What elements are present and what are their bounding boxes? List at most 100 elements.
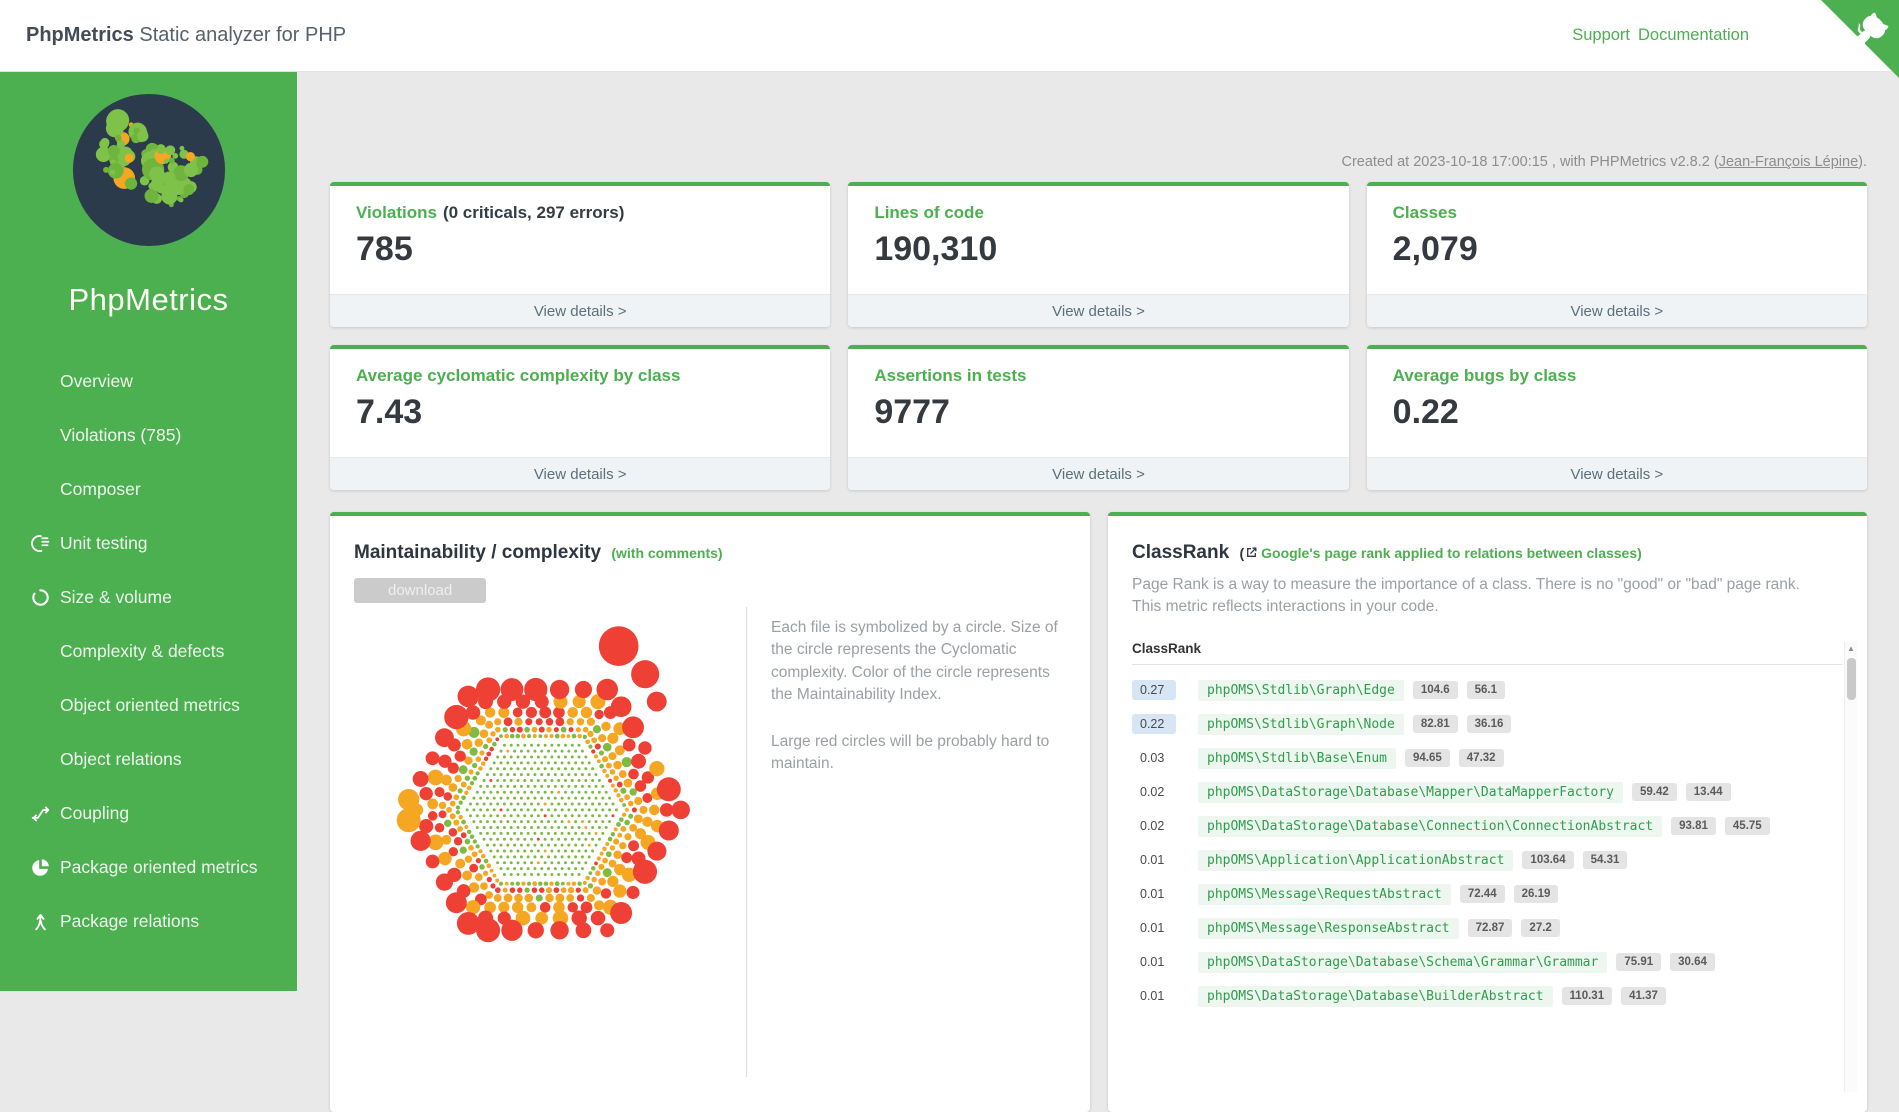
classrank-metric-2: 56.1 bbox=[1467, 681, 1505, 699]
stat-card-title: Lines of code bbox=[874, 203, 984, 222]
scrollbar-thumb[interactable] bbox=[1847, 658, 1856, 700]
app-header: PhpMetrics Static analyzer for PHP Suppo… bbox=[0, 0, 1899, 72]
classrank-description: Page Rank is a way to measure the import… bbox=[1132, 574, 1812, 619]
classrank-rank: 0.01 bbox=[1132, 918, 1176, 938]
view-details-link[interactable]: View details > bbox=[330, 294, 830, 327]
classrank-row: 0.01 phpOMS\DataStorage\Database\Builder… bbox=[1132, 986, 1843, 1007]
stat-card-value: 2,079 bbox=[1393, 230, 1841, 269]
view-details-link[interactable]: View details > bbox=[848, 457, 1348, 490]
sidebar-item-label: Unit testing bbox=[60, 533, 148, 554]
view-details-link[interactable]: View details > bbox=[848, 294, 1348, 327]
maintainability-description: Each file is symbolized by a circle. Siz… bbox=[746, 607, 1066, 1077]
classrank-class-link[interactable]: phpOMS\Application\ApplicationAbstract bbox=[1198, 850, 1513, 871]
pie-chart-icon bbox=[30, 856, 52, 878]
maintainability-body: Each file is symbolized by a circle. Siz… bbox=[354, 607, 1066, 1077]
sidebar-item[interactable]: Overview bbox=[0, 354, 297, 408]
maintainability-card: Maintainability / complexity (with comme… bbox=[330, 512, 1090, 1112]
github-corner-ribbon-icon[interactable] bbox=[1821, 0, 1899, 78]
support-link[interactable]: Support bbox=[1572, 26, 1630, 45]
author-link[interactable]: Jean-François Lépine bbox=[1719, 154, 1858, 170]
sidebar-item[interactable]: Complexity & defects bbox=[0, 624, 297, 678]
stat-card-value: 7.43 bbox=[356, 393, 804, 432]
sidebar-item-label: Composer bbox=[60, 479, 141, 500]
view-details-link[interactable]: View details > bbox=[1367, 457, 1867, 490]
classrank-row: 0.01 phpOMS\Application\ApplicationAbstr… bbox=[1132, 850, 1843, 871]
stat-card-value: 785 bbox=[356, 230, 804, 269]
classrank-rank: 0.02 bbox=[1132, 816, 1176, 836]
sidebar-item[interactable]: Object oriented metrics bbox=[0, 678, 297, 732]
classrank-metric-1: 72.44 bbox=[1460, 885, 1505, 903]
bubble-chart-wrap bbox=[354, 607, 746, 1077]
sidebar-menu: Overview Violations (785) Composer Unit … bbox=[0, 354, 297, 948]
pagerank-doc-link[interactable]: Google's page rank applied to relations … bbox=[1261, 545, 1642, 561]
stat-card-title: Average cyclomatic complexity by class bbox=[356, 366, 680, 385]
sidebar-item-icon bbox=[30, 424, 52, 446]
stat-cards-grid: Violations(0 criticals, 297 errors) 785 … bbox=[330, 182, 1867, 490]
view-details-link[interactable]: View details > bbox=[1367, 294, 1867, 327]
sidebar-item-label: Overview bbox=[60, 371, 133, 392]
classrank-row: 0.01 phpOMS\Message\RequestAbstract 72.4… bbox=[1132, 884, 1843, 905]
stat-card-title: Violations bbox=[356, 203, 437, 222]
classrank-class-link[interactable]: phpOMS\Stdlib\Base\Enum bbox=[1198, 748, 1396, 769]
classrank-class-link[interactable]: phpOMS\DataStorage\Database\Mapper\DataM… bbox=[1198, 782, 1623, 803]
sidebar-item-icon bbox=[30, 748, 52, 770]
stat-card: Average cyclomatic complexity by class 7… bbox=[330, 345, 830, 490]
maintainability-bubble-chart bbox=[372, 613, 728, 977]
classrank-metric-1: 75.91 bbox=[1616, 953, 1661, 971]
classrank-paren: ( bbox=[1239, 545, 1244, 561]
sidebar-item[interactable]: Package oriented metrics bbox=[0, 840, 297, 894]
classrank-metric-2: 13.44 bbox=[1686, 783, 1731, 801]
classrank-class-link[interactable]: phpOMS\Stdlib\Graph\Edge bbox=[1198, 680, 1404, 701]
view-details-link[interactable]: View details > bbox=[330, 457, 830, 490]
classrank-rank: 0.01 bbox=[1132, 952, 1176, 972]
classrank-rank: 0.01 bbox=[1132, 986, 1176, 1006]
split-arrow-icon bbox=[30, 910, 52, 932]
stat-card-value: 9777 bbox=[874, 393, 1322, 432]
documentation-link[interactable]: Documentation bbox=[1638, 26, 1749, 45]
stat-card: Lines of code 190,310 View details > bbox=[848, 182, 1348, 327]
sidebar-item-label: Package relations bbox=[60, 911, 199, 932]
classrank-row: 0.03 phpOMS\Stdlib\Base\Enum 94.65 47.32 bbox=[1132, 748, 1843, 769]
sidebar-item[interactable]: Object relations bbox=[0, 732, 297, 786]
classrank-rank: 0.27 bbox=[1132, 680, 1176, 700]
maintainability-desc-1: Each file is symbolized by a circle. Siz… bbox=[771, 617, 1066, 707]
classrank-metric-2: 27.2 bbox=[1521, 919, 1559, 937]
classrank-metric-1: 104.6 bbox=[1413, 681, 1458, 699]
classrank-row: 0.02 phpOMS\DataStorage\Database\Mapper\… bbox=[1132, 782, 1843, 803]
classrank-metric-2: 54.31 bbox=[1583, 851, 1628, 869]
top-nav: Support Documentation bbox=[1572, 26, 1749, 45]
sidebar-item-icon bbox=[30, 640, 52, 662]
sidebar-item[interactable]: Violations (785) bbox=[0, 408, 297, 462]
classrank-class-link[interactable]: phpOMS\Stdlib\Graph\Node bbox=[1198, 714, 1404, 735]
stat-card-subtitle: (0 criticals, 297 errors) bbox=[443, 203, 624, 222]
stat-card: Assertions in tests 9777 View details > bbox=[848, 345, 1348, 490]
classrank-metric-2: 47.32 bbox=[1459, 749, 1504, 767]
main-content: Created at 2023-10-18 17:00:15 , with PH… bbox=[297, 72, 1899, 1112]
classrank-metric-1: 59.42 bbox=[1632, 783, 1677, 801]
sidebar-item[interactable]: Coupling bbox=[0, 786, 297, 840]
classrank-class-link[interactable]: phpOMS\Message\RequestAbstract bbox=[1198, 884, 1451, 905]
classrank-class-link[interactable]: phpOMS\DataStorage\Database\BuilderAbstr… bbox=[1198, 986, 1553, 1007]
classrank-rank: 0.01 bbox=[1132, 884, 1176, 904]
classrank-table: ClassRank 0.27 phpOMS\Stdlib\Graph\Edge … bbox=[1132, 641, 1843, 1007]
scrollbar-up-arrow[interactable]: ▲ bbox=[1845, 642, 1857, 656]
classrank-metric-1: 94.65 bbox=[1405, 749, 1450, 767]
stat-card: Classes 2,079 View details > bbox=[1367, 182, 1867, 327]
sidebar-item[interactable]: Package relations bbox=[0, 894, 297, 948]
sidebar-item[interactable]: Composer bbox=[0, 462, 297, 516]
classrank-class-link[interactable]: phpOMS\DataStorage\Database\Connection\C… bbox=[1198, 816, 1662, 837]
sidebar-item[interactable]: Unit testing bbox=[0, 516, 297, 570]
stat-card: Violations(0 criticals, 297 errors) 785 … bbox=[330, 182, 830, 327]
classrank-metric-2: 41.37 bbox=[1621, 987, 1666, 1005]
classrank-class-link[interactable]: phpOMS\DataStorage\Database\Schema\Gramm… bbox=[1198, 952, 1607, 973]
classrank-class-link[interactable]: phpOMS\Message\ResponseAbstract bbox=[1198, 918, 1459, 939]
sidebar-item[interactable]: Size & volume bbox=[0, 570, 297, 624]
classrank-rank: 0.01 bbox=[1132, 850, 1176, 870]
sidebar-item-label: Violations (785) bbox=[60, 425, 181, 446]
maintainability-desc-2: Large red circles will be probably hard … bbox=[771, 731, 1066, 776]
download-button[interactable]: download bbox=[354, 578, 486, 603]
maintainability-title: Maintainability / complexity bbox=[354, 542, 601, 563]
classrank-scrollbar[interactable]: ▲ bbox=[1844, 642, 1857, 1092]
brand-tagline: Static analyzer for PHP bbox=[134, 24, 346, 46]
stat-card: Average bugs by class 0.22 View details … bbox=[1367, 345, 1867, 490]
